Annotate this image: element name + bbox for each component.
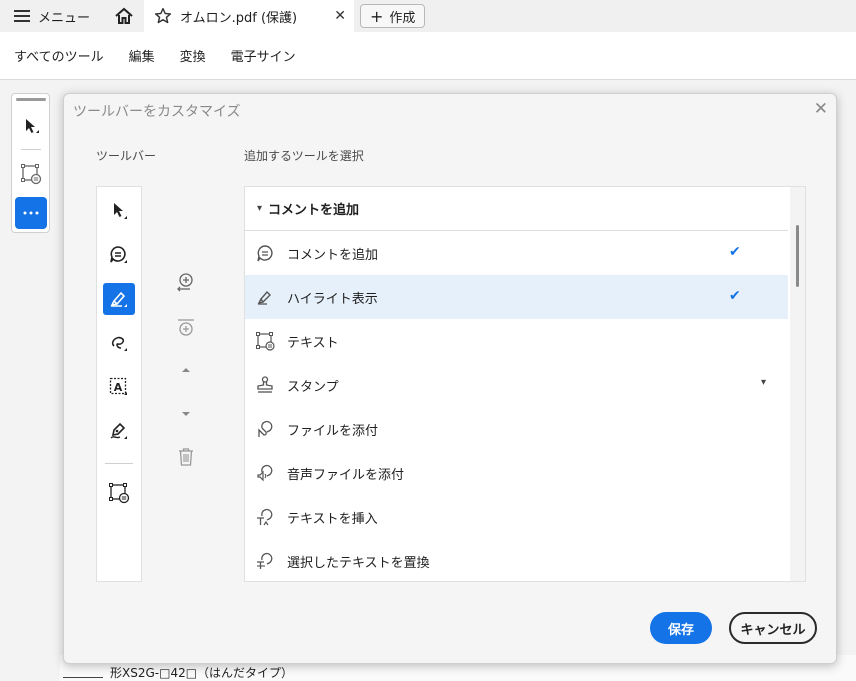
cancel-button[interactable]: キャンセル — [729, 612, 817, 644]
attach-file-icon — [253, 417, 277, 441]
checkmark-icon: ✔ — [729, 244, 741, 260]
toolbar-item-comment[interactable] — [103, 239, 135, 271]
toolbar-item-sign[interactable] — [103, 415, 135, 447]
tool-row-label: テキストを挿入 — [287, 511, 378, 527]
pen-icon — [108, 420, 130, 442]
document-line — [63, 677, 103, 678]
scrollbar-thumb[interactable] — [796, 225, 799, 287]
close-tab-icon[interactable]: ✕ — [334, 8, 346, 24]
menu-bar: すべてのツール 編集 変換 電子サイン — [0, 32, 856, 80]
trash-icon — [177, 447, 195, 467]
tool-row-label: コメントを追加 — [287, 247, 379, 263]
home-icon — [114, 7, 134, 25]
group-header-add-comment[interactable]: ▾ コメントを追加 — [245, 187, 788, 231]
textbox-icon — [20, 163, 42, 185]
toolbar-grip[interactable] — [16, 98, 46, 101]
cursor-icon — [21, 116, 41, 136]
tool-list: ▾ コメントを追加 コメントを追加 ✔ ハイライト表示 ✔ テキスト スタンプ … — [244, 186, 806, 582]
add-separator-button[interactable] — [172, 313, 200, 341]
toolbar-item-text-field[interactable]: A — [103, 371, 135, 403]
triangle-up-icon — [179, 365, 193, 375]
menu-item-all-tools[interactable]: すべてのツール — [14, 46, 104, 65]
menu-button[interactable]: メニュー — [0, 0, 104, 32]
textbox-icon — [253, 329, 277, 353]
create-label: 作成 — [389, 10, 416, 26]
highlight-icon — [108, 288, 130, 310]
tool-row-text[interactable]: テキスト — [245, 319, 788, 363]
dialog-close-icon[interactable]: ✕ — [814, 99, 828, 119]
toolbar-preview: A — [96, 186, 142, 582]
menu-item-e-sign[interactable]: 電子サイン — [231, 46, 296, 65]
tool-row-label: スタンプ — [287, 379, 339, 395]
toolbar-item-draw[interactable] — [103, 327, 135, 359]
move-up-button[interactable] — [172, 356, 200, 384]
menu-label: メニュー — [38, 10, 91, 26]
hamburger-icon — [14, 9, 30, 23]
document-text: 形XS2G-□42□（はんだタイプ） — [110, 666, 294, 680]
quick-toolbar — [11, 93, 50, 233]
more-icon — [21, 210, 41, 216]
quick-more-tools-button[interactable] — [15, 197, 47, 229]
quick-select-tool[interactable] — [15, 110, 47, 142]
save-button[interactable]: 保存 — [650, 612, 712, 644]
tool-row-label: ファイルを添付 — [287, 423, 379, 439]
document-tab[interactable]: オムロン.pdf (保護) ✕ — [144, 0, 355, 32]
toolbar-item-text[interactable] — [103, 477, 135, 509]
triangle-down-icon — [179, 409, 193, 419]
replace-text-icon — [253, 549, 277, 573]
tool-row-attach-audio[interactable]: 音声ファイルを添付 — [245, 451, 788, 495]
add-separator-icon — [176, 317, 196, 337]
comment-icon — [253, 241, 277, 265]
tab-bar: メニュー オムロン.pdf (保護) ✕ + 作成 — [0, 0, 856, 32]
tool-row-replace-text[interactable]: 選択したテキストを置換 — [245, 539, 788, 581]
tool-row-attach-file[interactable]: ファイルを添付 — [245, 407, 788, 451]
tool-row-label: ハイライト表示 — [287, 291, 378, 307]
tool-row-highlight[interactable]: ハイライト表示 ✔ — [245, 275, 788, 319]
add-tool-icon — [176, 272, 196, 292]
select-tools-label: 追加するツールを選択 — [244, 149, 364, 163]
plus-icon: + — [370, 6, 384, 26]
tool-row-insert-text[interactable]: テキストを挿入 — [245, 495, 788, 539]
tool-list-scrollbar[interactable] — [790, 187, 805, 581]
customize-toolbar-dialog: ツールバーをカスタマイズ ✕ ツールバー 追加するツールを選択 A ▾ コメント… — [63, 93, 837, 664]
quick-toolbar-separator — [21, 149, 41, 150]
highlight-icon — [253, 285, 277, 309]
caret-down-icon: ▾ — [257, 203, 263, 214]
home-button[interactable] — [104, 0, 144, 32]
text-field-icon: A — [108, 376, 130, 398]
checkmark-icon: ✔ — [729, 288, 741, 304]
dropdown-caret-icon[interactable]: ▾ — [761, 377, 766, 388]
menu-item-convert[interactable]: 変換 — [180, 46, 206, 65]
document-tab-title: オムロン.pdf (保護) — [180, 10, 298, 26]
quick-text-tool[interactable] — [15, 158, 47, 190]
comment-icon — [108, 244, 130, 266]
toolbar-preview-separator — [105, 463, 133, 464]
freehand-icon — [108, 332, 130, 354]
star-icon[interactable] — [154, 7, 172, 25]
tool-row-label: テキスト — [287, 335, 339, 351]
dialog-title: ツールバーをカスタマイズ — [73, 104, 241, 120]
tool-row-stamp[interactable]: スタンプ ▾ — [245, 363, 788, 407]
svg-text:A: A — [114, 381, 123, 394]
create-button[interactable]: + 作成 — [360, 4, 426, 28]
menu-item-edit[interactable]: 編集 — [129, 46, 155, 65]
add-to-toolbar-button[interactable] — [172, 268, 200, 296]
toolbar-column-label: ツールバー — [96, 149, 157, 163]
insert-text-icon — [253, 505, 277, 529]
stamp-icon — [253, 373, 277, 397]
delete-tool-button[interactable] — [172, 443, 200, 471]
cursor-icon — [108, 200, 130, 222]
textbox-icon — [108, 482, 130, 504]
attach-audio-icon — [253, 461, 277, 485]
tool-row-add-comment[interactable]: コメントを追加 ✔ — [245, 231, 788, 275]
toolbar-item-select[interactable] — [103, 195, 135, 227]
move-down-button[interactable] — [172, 400, 200, 428]
toolbar-item-highlight[interactable] — [103, 283, 135, 315]
group-header-label: コメントを追加 — [268, 203, 360, 218]
tool-row-label: 音声ファイルを添付 — [287, 467, 405, 483]
tool-row-label: 選択したテキストを置換 — [287, 555, 430, 571]
